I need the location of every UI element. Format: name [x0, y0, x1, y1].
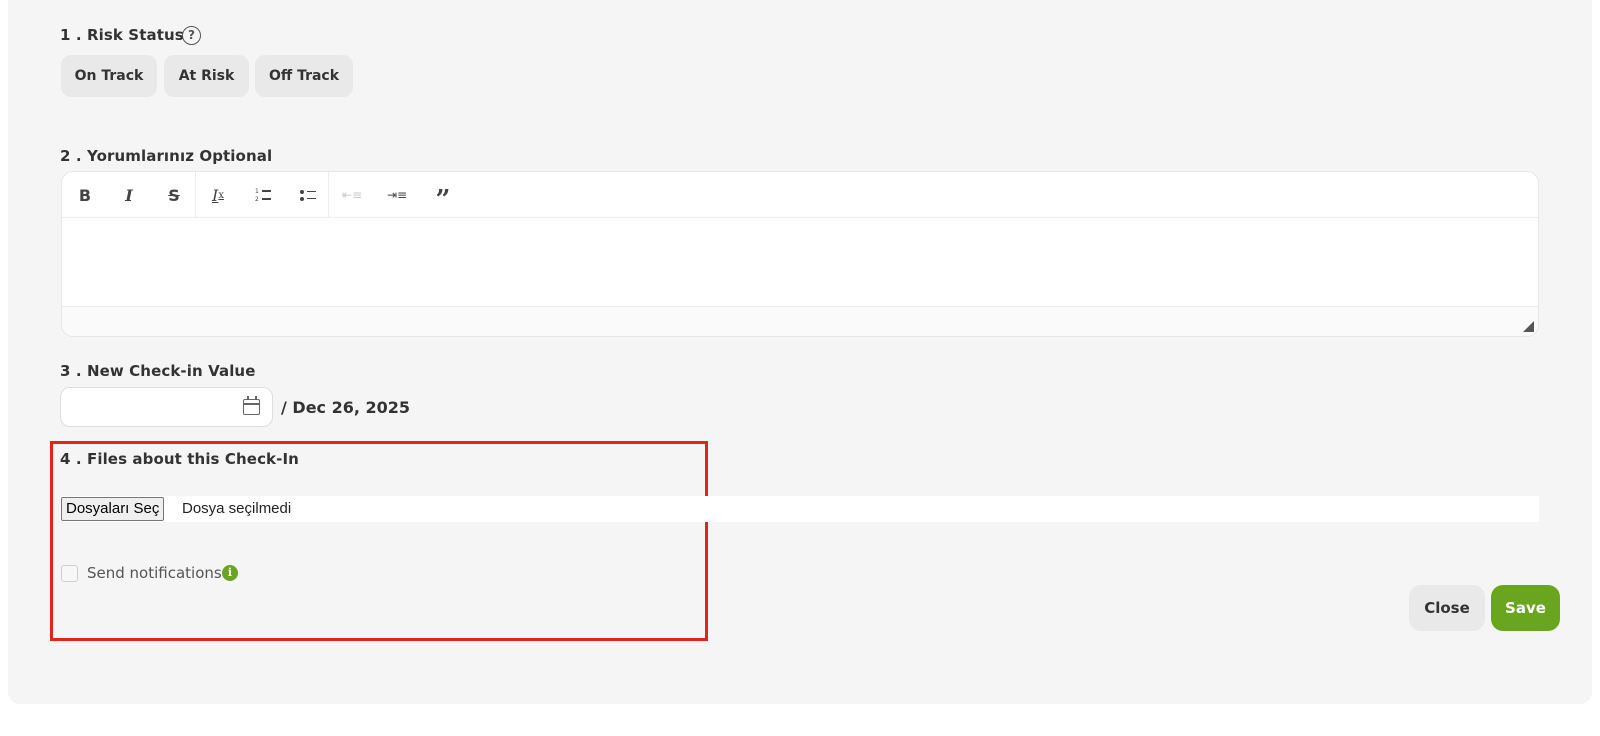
blockquote-icon[interactable]: ”	[428, 181, 458, 214]
file-status-text: Dosya seçilmedi	[182, 500, 292, 517]
rich-text-editor: B I S Ix 1 2 ⇤≡ ⇥≡ ”	[61, 171, 1539, 337]
indent-icon[interactable]: ⇥≡	[382, 181, 412, 209]
risk-status-label: 1 . Risk Status	[60, 26, 184, 44]
target-value-text: / Dec 26, 2025	[281, 398, 411, 417]
ordered-list-icon[interactable]: 1 2	[248, 181, 278, 209]
toolbar-divider	[195, 172, 196, 218]
resize-handle-icon[interactable]	[1523, 321, 1534, 332]
calendar-icon[interactable]	[243, 396, 260, 415]
italic-icon[interactable]: I	[114, 181, 144, 209]
send-notifications-checkbox[interactable]	[61, 565, 78, 582]
editor-statusbar	[62, 306, 1538, 336]
choose-files-button[interactable]: Dosyaları Seç	[61, 497, 165, 521]
off-track-button[interactable]: Off Track	[255, 55, 353, 97]
bullet-list-icon[interactable]	[293, 181, 323, 209]
on-track-button[interactable]: On Track	[61, 55, 157, 97]
save-button[interactable]: Save	[1491, 585, 1560, 631]
question-circle-icon[interactable]: ?	[182, 26, 201, 45]
checkin-value-label: 3 . New Check-in Value	[60, 362, 256, 380]
close-button[interactable]: Close	[1409, 585, 1485, 631]
info-icon[interactable]: i	[222, 565, 238, 581]
editor-toolbar: B I S Ix 1 2 ⇤≡ ⇥≡ ”	[62, 172, 1538, 218]
at-risk-button[interactable]: At Risk	[164, 55, 249, 97]
outdent-icon[interactable]: ⇤≡	[337, 181, 367, 209]
send-notifications-label[interactable]: Send notifications	[87, 564, 222, 582]
files-section-highlight	[50, 441, 708, 641]
strikethrough-icon[interactable]: S	[159, 181, 189, 209]
toolbar-divider	[328, 172, 329, 218]
editor-text-area[interactable]	[62, 219, 1538, 309]
bold-icon[interactable]: B	[70, 181, 100, 209]
checkin-value-input[interactable]	[60, 387, 273, 427]
comments-label: 2 . Yorumlarınız Optional	[60, 147, 273, 165]
clear-format-icon[interactable]: Ix	[203, 181, 233, 209]
file-input: Dosyaları Seç Dosya seçilmedi	[60, 496, 1539, 522]
files-label: 4 . Files about this Check-In	[60, 450, 299, 468]
